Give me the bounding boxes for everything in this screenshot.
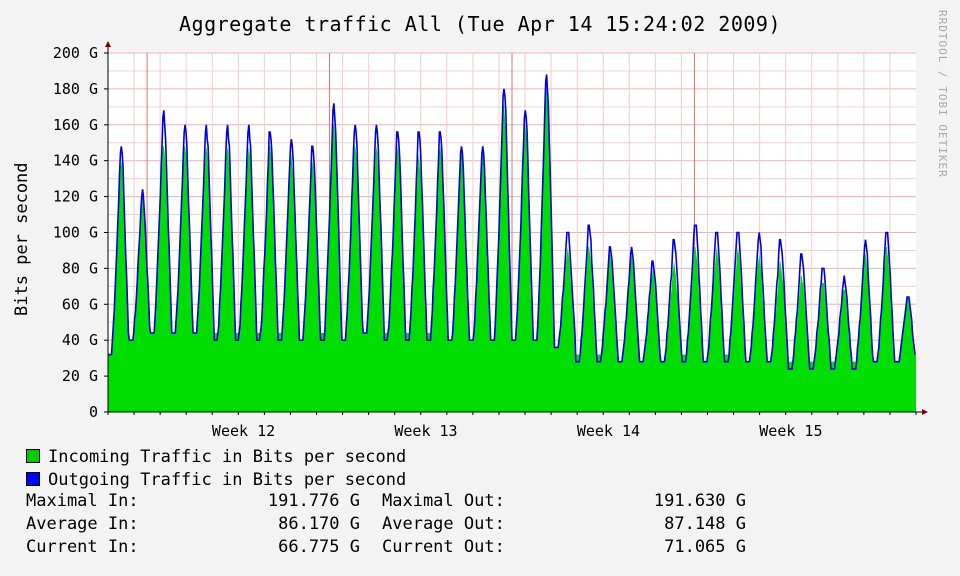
y-axis-ticks: 0 20 G 40 G 60 G 80 G 100 G 120 G 140 G 160 G 180… [53, 44, 108, 421]
stat-label: Current Out: [382, 537, 505, 557]
y-tick-label: 160 G [53, 116, 98, 134]
y-tick-label: 200 G [53, 44, 98, 62]
x-tick-label: Week 14 [577, 422, 640, 440]
stat-label: Average Out: [382, 514, 505, 534]
stat-label: Current In: [26, 537, 139, 557]
stat-value: 191.630 G [653, 491, 746, 511]
x-tick-label: Week 13 [394, 422, 457, 440]
stats-row-maximal: Maximal In: 191.776 G Maximal Out: 191.6… [26, 490, 746, 513]
legend-item-incoming: Incoming Traffic in Bits per second [26, 446, 406, 469]
stat-value: 86.170 G [278, 514, 360, 534]
y-tick-label: 80 G [62, 259, 98, 277]
traffic-chart: 0 20 G 40 G 60 G 80 G 100 G 120 G 140 G 160 G 180… [53, 41, 928, 440]
stats-row-average: Average In: 86.170 G Average Out: 87.148… [26, 513, 746, 536]
stat-label: Maximal Out: [382, 491, 505, 511]
y-tick-label: 20 G [62, 367, 98, 385]
incoming-swatch [26, 449, 40, 463]
y-tick-label: 60 G [62, 295, 98, 313]
stat-value: 66.775 G [278, 537, 360, 557]
y-tick-label: 100 G [53, 224, 98, 242]
y-tick-label: 40 G [62, 331, 98, 349]
stat-label: Average In: [26, 514, 139, 534]
legend-label-incoming: Incoming Traffic in Bits per second [48, 447, 407, 467]
legend-label-outgoing: Outgoing Traffic in Bits per second [48, 470, 407, 490]
x-tick-label: Week 12 [212, 422, 275, 440]
y-tick-label: 140 G [53, 152, 98, 170]
stat-label: Maximal In: [26, 491, 139, 511]
y-tick-label: 120 G [53, 188, 98, 206]
x-axis-arrow [922, 409, 928, 415]
stats-table: Maximal In: 191.776 G Maximal Out: 191.6… [26, 490, 746, 559]
y-tick-label: 180 G [53, 80, 98, 98]
x-tick-label: Week 15 [759, 422, 822, 440]
legend: Incoming Traffic in Bits per second Outg… [26, 446, 406, 492]
legend-item-outgoing: Outgoing Traffic in Bits per second [26, 469, 406, 492]
x-axis-ticks: Week 12 Week 13 Week 14 Week 15 [107, 412, 917, 440]
outgoing-swatch [26, 472, 40, 486]
stats-row-current: Current In: 66.775 G Current Out: 71.065… [26, 536, 746, 559]
stat-value: 87.148 G [664, 514, 746, 534]
stat-value: 71.065 G [664, 537, 746, 557]
y-axis-arrow [105, 41, 111, 47]
y-tick-label: 0 [89, 403, 98, 421]
stat-value: 191.776 G [267, 491, 360, 511]
